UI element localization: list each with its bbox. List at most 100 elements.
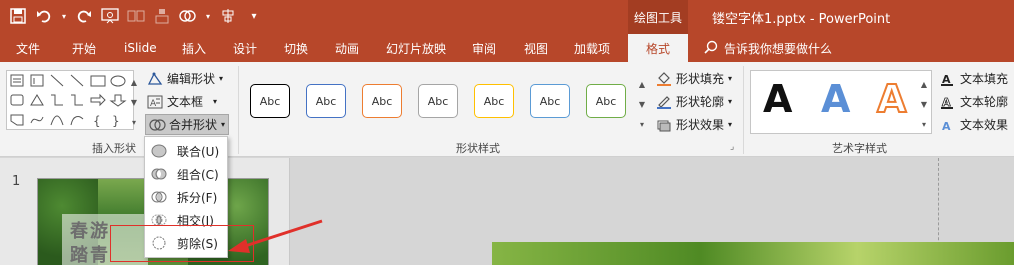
insert-shapes-group-label: 插入形状 [92,142,136,155]
text-box-button[interactable]: A 文本框 ▾ [147,93,217,110]
style-preset-orange[interactable]: Abc [362,84,402,118]
style-preset-blue[interactable]: Abc [306,84,346,118]
wordart-more-icon[interactable]: ▾ [918,114,930,134]
tab-design[interactable]: 设计 [233,34,257,62]
present-from-start-icon[interactable] [100,6,120,26]
wordart-styles-group-label: 艺术字样式 [832,142,887,155]
annotation-arrow-icon [228,219,323,253]
tell-me-box[interactable]: 告诉我你想要做什么 [704,34,832,62]
merge-dropdown-icon[interactable]: ▾ [204,6,212,26]
wordart-scroll-down-icon[interactable]: ▼ [918,94,930,114]
style-preset-gold[interactable]: Abc [474,84,514,118]
thumbnail-text-line2: 踏青 [70,245,110,265]
edit-shape-label: 编辑形状 [167,72,216,86]
tab-slide-show[interactable]: 幻灯片放映 [386,34,446,62]
tell-me-text: 告诉我你想要做什么 [724,41,833,56]
chevron-down-icon: ▾ [213,97,218,106]
shape-effects-label: 形状效果 [676,118,725,132]
text-outline-icon: A [940,95,956,109]
svg-text:A: A [942,120,951,132]
group-separator [743,66,744,154]
shape-effects-button[interactable]: 形状效果 ▾ [656,116,732,133]
shape-outline-button[interactable]: 形状轮廓 ▾ [656,93,732,110]
shape-icon[interactable] [152,6,172,26]
svg-text:}: } [112,114,120,128]
menu-item-combine[interactable]: 组合(C) [145,163,227,185]
redo-icon[interactable] [74,6,94,26]
shape-effects-icon [656,118,672,132]
tab-file[interactable]: 文件 [16,34,40,62]
shape-outline-label: 形状轮廓 [676,95,725,109]
tab-islide[interactable]: iSlide [124,34,157,62]
merge-shapes-icon [149,118,166,132]
tab-addins[interactable]: 加载项 [574,34,610,62]
merge-shapes-button[interactable]: 合并形状 ▾ [145,114,230,135]
menu-item-fragment-label: 拆分(F) [177,190,218,205]
gallery-more-icon[interactable]: ▾ [128,112,140,132]
pen-icon [656,95,672,109]
merge-shapes-label: 合并形状 [169,118,218,132]
wordart-preset-blue[interactable]: A [821,77,850,121]
dialog-launcher-icon[interactable]: ⌟ [730,142,734,152]
slide-number: 1 [12,174,21,189]
tab-format[interactable]: 格式 [628,34,688,62]
ribbon-tab-bar: 文件 开始 iSlide 插入 设计 切换 动画 幻灯片放映 审阅 视图 加载项… [0,34,1014,62]
tab-home[interactable]: 开始 [72,34,96,62]
quick-access-toolbar: ▾ ▾ ▾ [8,6,264,26]
svg-text:{: { [93,114,101,128]
text-fill-icon: A [940,72,956,86]
wordart-scroll-up-icon[interactable]: ▲ [918,74,930,94]
styles-scroll-down-icon[interactable]: ▼ [636,94,648,114]
style-preset-green[interactable]: Abc [586,84,626,118]
customize-icon[interactable]: ▾ [244,6,264,26]
slide-canvas-image[interactable] [492,242,1014,265]
text-outline-label: 文本轮廓 [960,95,1009,109]
wordart-gallery[interactable]: A A A [750,70,932,134]
shape-styles-group-label: 形状样式 [456,142,500,155]
wordart-preset-orange-outline[interactable]: A [876,76,907,122]
text-effects-icon: A [940,118,956,133]
title-bar: ▾ ▾ ▾ 绘图工具 镂空字体1.pptx - PowerPoint [0,0,1014,34]
chevron-down-icon: ▾ [728,120,733,129]
gallery-scroll-down-icon[interactable]: ▼ [128,92,140,112]
thumbnail-text-line1: 春游 [70,221,110,242]
wordart-preset-black[interactable]: A [763,77,792,121]
menu-item-union-label: 联合(U) [177,144,220,159]
style-preset-light-blue[interactable]: Abc [530,84,570,118]
edit-shape-button[interactable]: 编辑形状 ▾ [147,70,223,87]
union-icon [151,143,167,159]
shapes-gallery[interactable]: { } [6,70,134,130]
tab-animations[interactable]: 动画 [335,34,359,62]
style-preset-gray[interactable]: Abc [418,84,458,118]
text-fill-button[interactable]: A 文本填充 [940,70,1008,87]
text-fill-label: 文本填充 [960,72,1009,86]
menu-item-fragment[interactable]: 拆分(F) [145,186,227,208]
merge-icon[interactable] [178,6,198,26]
undo-icon[interactable] [34,6,54,26]
undo-dropdown-icon[interactable]: ▾ [60,6,68,26]
tab-insert[interactable]: 插入 [182,34,206,62]
chevron-down-icon: ▾ [219,74,224,83]
tab-review[interactable]: 审阅 [472,34,496,62]
fragment-icon [151,189,167,205]
styles-more-icon[interactable]: ▾ [636,114,648,134]
combine-icon [151,166,167,182]
menu-item-combine-label: 组合(C) [177,167,219,182]
text-box-label: 文本框 [167,95,204,109]
gallery-scroll-up-icon[interactable]: ▲ [128,72,140,92]
styles-scroll-up-icon[interactable]: ▲ [636,74,648,94]
menu-item-union[interactable]: 联合(U) [145,140,227,162]
text-effects-button[interactable]: A 文本效果 [940,116,1008,133]
group-separator [238,66,239,154]
text-outline-button[interactable]: A 文本轮廓 [940,93,1008,110]
slide-icon[interactable] [126,6,146,26]
tab-transitions[interactable]: 切换 [284,34,308,62]
save-icon[interactable] [8,6,28,26]
chevron-down-icon: ▾ [728,97,733,106]
document-title: 镂空字体1.pptx - PowerPoint [712,12,891,27]
tab-view[interactable]: 视图 [524,34,548,62]
shape-fill-button[interactable]: 形状填充 ▾ [656,70,732,87]
align-icon[interactable] [218,6,238,26]
drawing-tools-context-title: 绘图工具 [628,0,688,34]
style-preset-black[interactable]: Abc [250,84,290,118]
